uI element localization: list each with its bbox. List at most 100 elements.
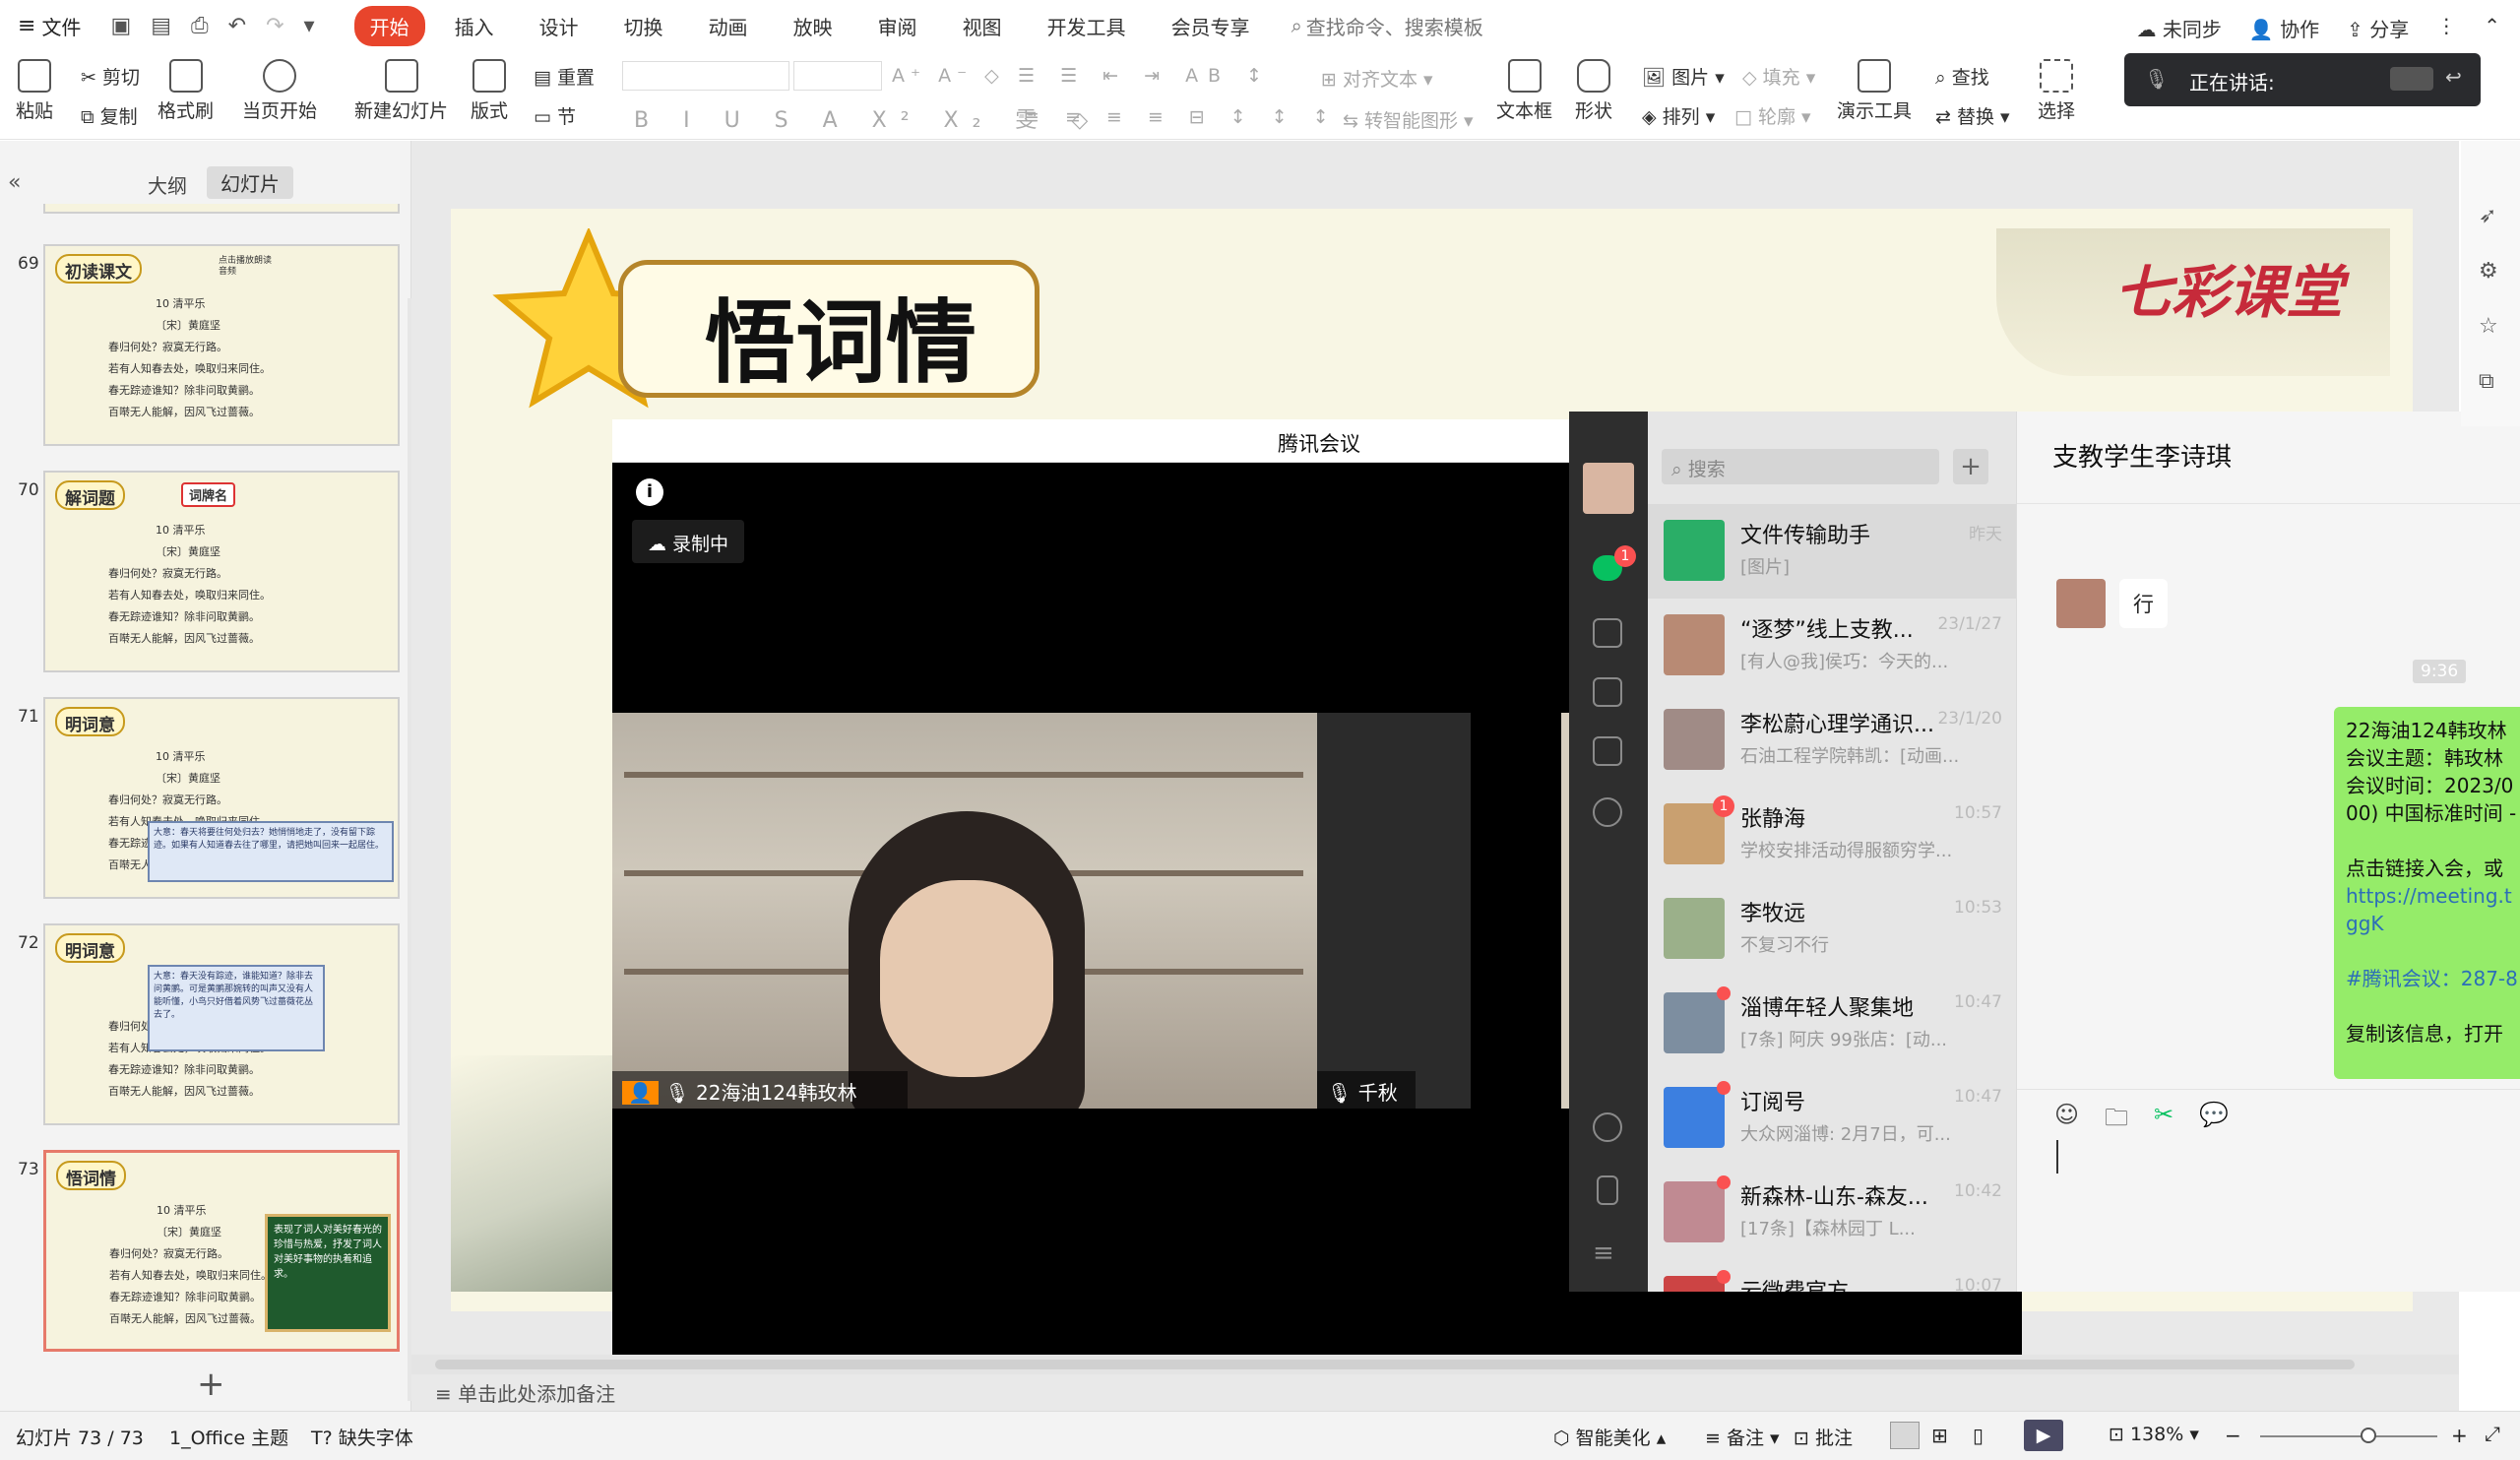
- tab-animation[interactable]: 动画: [693, 6, 764, 46]
- favorites-icon[interactable]: [1593, 677, 1622, 707]
- beautify-button[interactable]: ⬡ 智能美化 ▴: [1553, 1424, 1666, 1450]
- section-button[interactable]: ▭ 节: [534, 102, 576, 129]
- slide-thumb-partial[interactable]: [43, 204, 400, 214]
- layout-button[interactable]: 版式: [471, 59, 508, 123]
- tab-member[interactable]: 会员专享: [1156, 6, 1266, 46]
- slide-thumbnail[interactable]: 明词意10 清平乐〔宋〕黄庭坚春归何处？寂寞无行路。若有人知春去处，唤取归来同住…: [43, 923, 400, 1125]
- missing-font-button[interactable]: T? 缺失字体: [311, 1424, 413, 1450]
- mini-program-icon[interactable]: [1593, 1112, 1622, 1142]
- replace-button[interactable]: ⇄ 替换 ▾: [1935, 102, 2010, 129]
- search-input[interactable]: ⌕ 搜索: [1662, 449, 1939, 484]
- rocket-icon[interactable]: ➶: [2479, 204, 2496, 228]
- moments-icon[interactable]: [1593, 797, 1622, 827]
- slideshow-play-button[interactable]: ▶: [2024, 1420, 2063, 1451]
- picture-button[interactable]: 🖼 图片 ▾: [1642, 63, 1725, 90]
- save-icon[interactable]: ▣: [110, 14, 131, 38]
- redo-icon[interactable]: ↷: [266, 14, 284, 38]
- message-outgoing[interactable]: 22海油124韩玫林 会议主题：韩玫林 会议时间：2023/0 00) 中国标准时间…: [2334, 707, 2520, 1079]
- my-avatar[interactable]: [1583, 463, 1634, 514]
- tab-transition[interactable]: 切换: [608, 6, 679, 46]
- phone-icon[interactable]: [1597, 1175, 1618, 1205]
- chat-list-item[interactable]: 淄博年轻人聚集地 [7条] 阿庆 99张店：[动... 10:47: [1648, 977, 2016, 1071]
- present-tool-button[interactable]: 演示工具: [1837, 59, 1912, 123]
- tab-insert[interactable]: 插入: [439, 6, 510, 46]
- chat-bubble-icon[interactable]: 💬: [2199, 1101, 2229, 1141]
- textbox-button[interactable]: 文本框: [1496, 59, 1552, 123]
- paragraph-buttons[interactable]: ≡ ≡ ≡ ≡ ⊟ ↕ ↕ ↕: [1024, 106, 1339, 128]
- chat-list-item[interactable]: “逐梦”线上支教... [有人@我]侯巧：今天的... 23/1/27: [1648, 599, 2016, 693]
- chat-list-item[interactable]: 新森林-山东-森友... [17条]【森林园丁 L... 10:42: [1648, 1166, 2016, 1260]
- slide-thumbnail[interactable]: 解词题 10 清平乐 〔宋〕黄庭坚 春归何处？寂寞无行路。 若有人知春去处，唤取归来同住…: [43, 471, 400, 672]
- font-size-adjust[interactable]: A⁺ A⁻ ◇: [892, 65, 1005, 87]
- copy-tool-icon[interactable]: ⧉: [2479, 369, 2494, 394]
- tab-design[interactable]: 设计: [524, 6, 595, 46]
- new-slide-button[interactable]: 新建幻灯片: [354, 59, 448, 123]
- normal-view-button[interactable]: [1890, 1422, 1920, 1449]
- list-buttons[interactable]: ☰ ☰ ⇤ ⇥ AB ↕: [1018, 65, 1272, 87]
- fill-button[interactable]: ◇ 填充 ▾: [1742, 63, 1815, 90]
- tab-slideshow[interactable]: 放映: [778, 6, 849, 46]
- file-menu[interactable]: ≡ 文件: [18, 12, 81, 40]
- tab-view[interactable]: 视图: [947, 6, 1018, 46]
- star-tool-icon[interactable]: ☆: [2479, 314, 2498, 339]
- zoom-control[interactable]: ⊡ 138% ▾: [2109, 1424, 2199, 1445]
- chat-list-item[interactable]: 订阅号 大众网淄博: 2月7日，可... 10:47: [1648, 1071, 2016, 1166]
- outline-button[interactable]: □ 轮廓 ▾: [1734, 102, 1811, 129]
- info-icon[interactable]: i: [636, 478, 663, 506]
- reading-view-icon[interactable]: ▯: [1973, 1424, 1984, 1447]
- format-painter-button[interactable]: 格式刷: [158, 59, 214, 123]
- return-icon[interactable]: ↩: [2445, 65, 2462, 89]
- tab-developer[interactable]: 开发工具: [1032, 6, 1142, 46]
- sync-button[interactable]: ☁ 未同步: [2136, 14, 2221, 42]
- font-family-select[interactable]: [622, 61, 789, 91]
- chat-list-item[interactable]: 1 张静海 学校安排活动得服额穷学... 10:57: [1648, 788, 2016, 882]
- print-icon[interactable]: ⎙: [191, 14, 209, 38]
- wechat-window[interactable]: 1 ≡ ⌕ 搜索 + 文件传输助手 [图片] 昨天 “逐梦”线上支教... [有人@我]…: [1569, 412, 2520, 1292]
- contacts-icon[interactable]: [1593, 618, 1622, 648]
- more-icon[interactable]: ▾: [304, 14, 315, 38]
- chat-list-item[interactable]: 云微费官方 10:07: [1648, 1260, 2016, 1292]
- fullscreen-icon[interactable]: ⤢: [2485, 1422, 2500, 1445]
- folder-icon[interactable]: 🗀: [2105, 1101, 2128, 1141]
- chat-list-item[interactable]: 文件传输助手 [图片] 昨天: [1648, 504, 2016, 599]
- shape-button[interactable]: 形状: [1575, 59, 1612, 123]
- slide-thumbnail[interactable]: 明词意10 清平乐〔宋〕黄庭坚春归何处？寂寞无行路。若有人知春去处，唤取归来同住…: [43, 697, 400, 899]
- zoom-in-button[interactable]: +: [2451, 1424, 2468, 1447]
- select-button[interactable]: 选择: [2038, 59, 2075, 123]
- collapse-panel-icon[interactable]: «: [8, 170, 21, 195]
- notes-toggle-button[interactable]: ≡ 备注 ▾: [1705, 1424, 1780, 1450]
- zoom-out-button[interactable]: −: [2225, 1424, 2241, 1447]
- command-search[interactable]: ⌕ 查找命令、搜索模板: [1292, 12, 1483, 40]
- cut-button[interactable]: ✂ 剪切: [81, 63, 140, 90]
- folder-icon[interactable]: [1593, 736, 1622, 766]
- tab-review[interactable]: 审阅: [862, 6, 933, 46]
- recording-indicator[interactable]: ☁ 录制中: [632, 520, 745, 563]
- notes-field[interactable]: ≡ 单击此处添加备注: [435, 1378, 615, 1407]
- sliders-icon[interactable]: ⚙: [2479, 259, 2498, 284]
- slide-thumbnail[interactable]: 初读课文 10 清平乐 〔宋〕黄庭坚 春归何处？寂寞无行路。 若有人知春去处，唤取归来同…: [43, 244, 400, 446]
- find-button[interactable]: ⌕ 查找: [1935, 63, 1989, 90]
- share-button[interactable]: ⇪ 分享: [2347, 14, 2409, 42]
- grid-view-icon[interactable]: ⊞: [1931, 1424, 1948, 1447]
- scissors-icon[interactable]: ✂: [2154, 1101, 2174, 1141]
- more-menu-icon[interactable]: ⋮: [2436, 14, 2456, 42]
- play-current-button[interactable]: 当页开始: [242, 59, 317, 123]
- smart-graphic-button[interactable]: ⇆ 转智能图形 ▾: [1343, 106, 1474, 133]
- undo-icon[interactable]: ↶: [228, 14, 246, 38]
- align-text-button[interactable]: ⊞ 对齐文本 ▾: [1321, 65, 1433, 92]
- tab-outline[interactable]: 大纲: [148, 170, 187, 199]
- slide-thumbnail[interactable]: 悟词情 10 清平乐 〔宋〕黄庭坚 春归何处？寂寞无行路。 若有人知春去处，唤取归来同住…: [43, 1150, 400, 1352]
- collapse-ribbon-icon[interactable]: ⌃: [2484, 14, 2500, 42]
- message-incoming[interactable]: 行: [2119, 579, 2168, 628]
- text-input-cursor[interactable]: [2056, 1140, 2058, 1174]
- paste-button[interactable]: 粘贴: [16, 59, 53, 123]
- tab-slides[interactable]: 幻灯片: [207, 166, 293, 199]
- export-icon[interactable]: ▤: [151, 14, 171, 38]
- zoom-slider[interactable]: [2260, 1435, 2437, 1437]
- chat-list-item[interactable]: 李牧远 不复习不行 10:53: [1648, 882, 2016, 977]
- tab-home[interactable]: 开始: [353, 5, 425, 46]
- chat-list-item[interactable]: 李松蔚心理学通识... 石油工程学院韩凯：[动画... 23/1/20: [1648, 693, 2016, 788]
- theme-name[interactable]: 1_Office 主题: [169, 1424, 288, 1450]
- copy-button[interactable]: ⧉ 复制: [81, 102, 138, 129]
- collab-button[interactable]: 👤 协作: [2249, 14, 2319, 42]
